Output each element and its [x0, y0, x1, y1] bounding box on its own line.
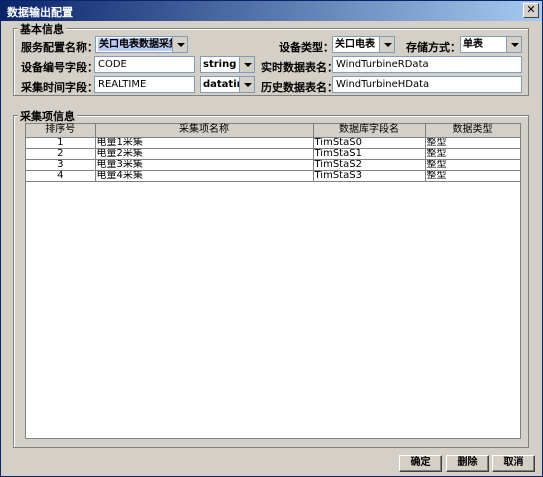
history-table-label: 历史数据表名： [261, 81, 338, 94]
device-code-label: 设备编号字段： [21, 61, 98, 74]
title-bar[interactable]: 数据输出配置 ✕ [1, 1, 542, 21]
table-cell: 4 [26, 170, 96, 182]
table-row[interactable]: 2 电量2采集 TimStaS1 整型 [26, 148, 521, 160]
table-cell: 整型 [425, 137, 521, 149]
column-header[interactable]: 排序号 [26, 124, 96, 138]
delete-button[interactable]: 删除 [446, 455, 489, 472]
table-cell: TimStaS2 [313, 159, 426, 171]
device-type-select[interactable]: 关口电表 [332, 36, 395, 53]
window-title: 数据输出配置 [7, 6, 73, 19]
table-cell: TimStaS0 [313, 137, 426, 149]
table-cell: 电量2采集 [95, 148, 314, 160]
column-header[interactable]: 数据类型 [425, 124, 521, 138]
device-code-input[interactable]: CODE [94, 56, 195, 73]
table-cell: 1 [26, 137, 96, 149]
table-cell: 电量1采集 [95, 137, 314, 149]
collect-time-input[interactable]: REALTIME [94, 76, 195, 93]
device-type-value: 关口电表 [335, 39, 375, 50]
table-cell: 电量4采集 [95, 170, 314, 182]
table-cell: TimStaS3 [313, 170, 426, 182]
dialog-window: 数据输出配置 ✕ 基本信息 服务配置名称： 关口电表数据采集 设备类型： 关口电… [0, 0, 543, 477]
service-name-select[interactable]: 关口电表数据采集 [95, 36, 188, 53]
storage-select[interactable]: 单表 [460, 36, 522, 53]
realtime-table-input[interactable]: WindTurbineRData [332, 56, 522, 73]
table-row[interactable]: 4 电量4采集 TimStaS3 整型 [26, 170, 521, 182]
table-row[interactable]: 3 电量3采集 TimStaS2 整型 [26, 159, 521, 171]
table-cell: 整型 [425, 159, 521, 171]
device-type-label: 设备类型： [279, 41, 334, 54]
collect-time-type-select[interactable]: datatime [200, 76, 255, 93]
items-table[interactable]: 排序号 采集项名称 数据库字段名 数据类型 1 电量1采集 TimStaS0 整… [25, 123, 521, 439]
table-header-row: 排序号 采集项名称 数据库字段名 数据类型 [26, 124, 521, 138]
table-cell: 整型 [425, 148, 521, 160]
table-cell: TimStaS1 [313, 148, 426, 160]
table-cell: 电量3采集 [95, 159, 314, 171]
chevron-down-icon[interactable] [506, 37, 521, 52]
chevron-down-icon[interactable] [379, 37, 394, 52]
cancel-button[interactable]: 取消 [492, 455, 535, 472]
chevron-down-icon[interactable] [239, 77, 254, 92]
table-cell: 3 [26, 159, 96, 171]
close-button[interactable]: ✕ [523, 3, 539, 18]
storage-value: 单表 [463, 39, 483, 50]
items-title: 采集项信息 [18, 108, 77, 124]
column-header[interactable]: 采集项名称 [95, 124, 314, 138]
realtime-table-label: 实时数据表名： [261, 61, 338, 74]
collect-time-label: 采集时间字段： [21, 81, 98, 94]
chevron-down-icon[interactable] [172, 37, 187, 52]
table-cell: 整型 [425, 170, 521, 182]
storage-label: 存储方式： [406, 41, 461, 54]
chevron-down-icon[interactable] [239, 57, 254, 72]
table-row[interactable]: 1 电量1采集 TimStaS0 整型 [26, 137, 521, 149]
service-name-value: 关口电表数据采集 [98, 38, 180, 51]
column-header[interactable]: 数据库字段名 [313, 124, 426, 138]
service-name-label: 服务配置名称： [21, 41, 98, 54]
close-icon: ✕ [526, 3, 536, 16]
ok-button[interactable]: 确定 [399, 455, 442, 472]
table-cell: 2 [26, 148, 96, 160]
history-table-input[interactable]: WindTurbineHData [332, 76, 522, 93]
device-code-type-value: string [203, 59, 237, 70]
basic-info-title: 基本信息 [18, 21, 66, 37]
device-code-type-select[interactable]: string [200, 56, 255, 73]
